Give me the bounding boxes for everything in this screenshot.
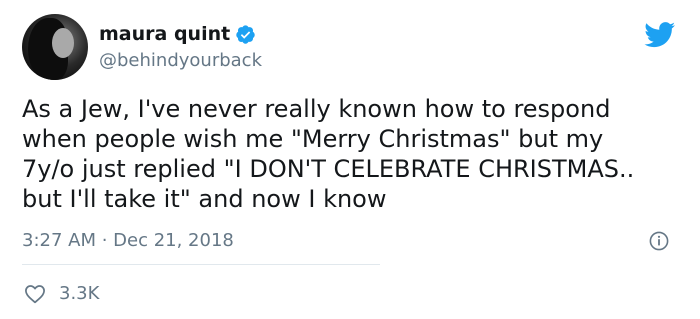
tweet-timestamp[interactable]: 3:27 AM · Dec 21, 2018	[22, 230, 234, 251]
author-name[interactable]: maura quint	[99, 23, 230, 45]
divider	[22, 264, 380, 265]
tweet-text-line: As a Jew, I've never really known how to…	[22, 95, 611, 123]
tweet-text-line: but I'll take it" and now I know	[22, 185, 387, 213]
avatar[interactable]	[22, 14, 88, 80]
tweet-text: As a Jew, I've never really known how to…	[22, 94, 682, 214]
like-count: 3.3K	[59, 283, 100, 304]
info-icon[interactable]	[649, 231, 669, 251]
tweet-text-line: 7y/o just replied "I DON'T CELEBRATE CHR…	[22, 155, 635, 183]
author-handle[interactable]: @behindyourback	[99, 50, 262, 71]
twitter-bird-icon[interactable]	[644, 22, 676, 48]
verified-badge-icon	[235, 24, 256, 45]
heart-icon	[25, 284, 45, 303]
like-button[interactable]: 3.3K	[24, 283, 99, 304]
avatar-face	[52, 28, 74, 58]
author-name-row: maura quint	[99, 23, 256, 45]
tweet-text-line: when people wish me "Merry Christmas" bu…	[22, 125, 604, 153]
